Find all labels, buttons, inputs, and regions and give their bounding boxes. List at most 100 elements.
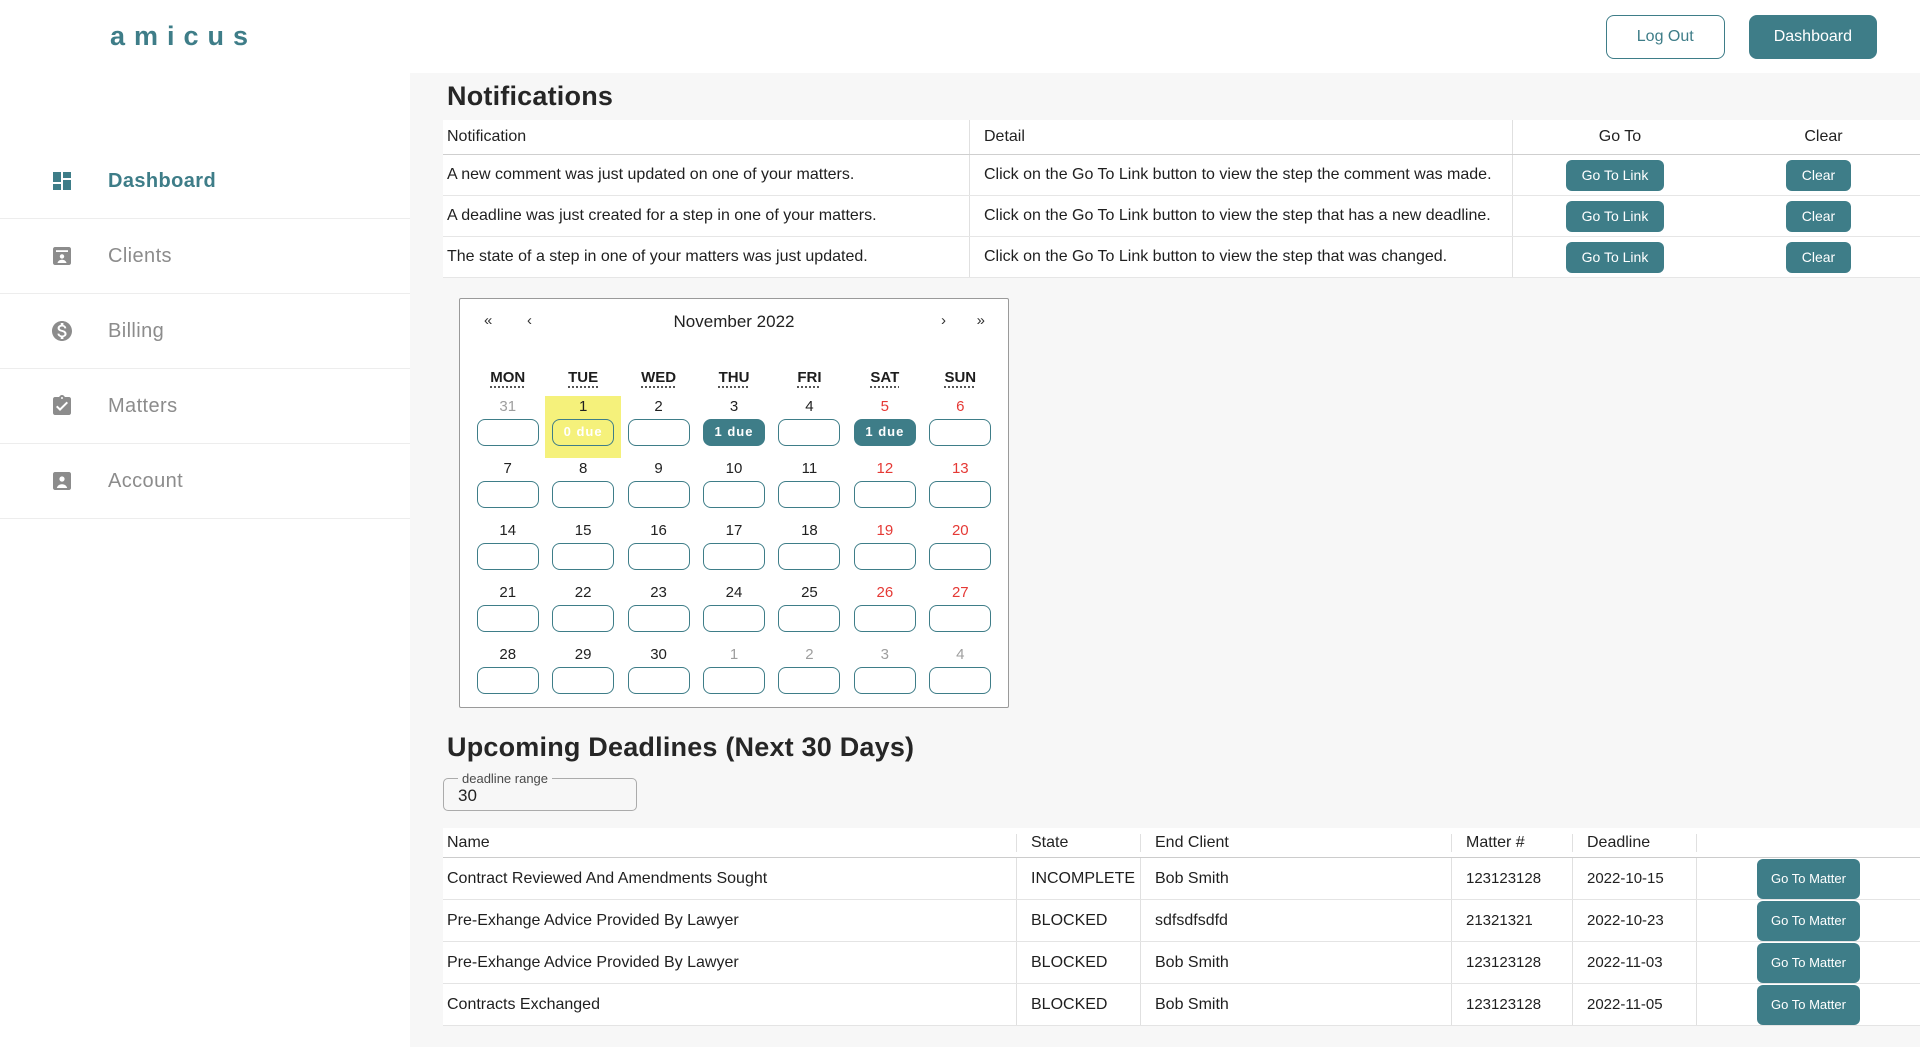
deadline-state: BLOCKED [1017, 942, 1141, 983]
deadline-action-cell: Go To Matter [1697, 984, 1920, 1025]
calendar-day-slot[interactable] [628, 605, 690, 632]
calendar-day-number: 16 [621, 521, 696, 540]
calendar-week: 7 8 9 10 11 12 13 [470, 458, 998, 520]
calendar-day-slot[interactable] [854, 605, 916, 632]
deadlines-table: Name State End Client Matter # Deadline … [443, 828, 1920, 1026]
calendar-last-icon[interactable]: » [977, 312, 985, 329]
calendar-day-slot[interactable] [778, 419, 840, 446]
calendar-day-slot[interactable] [628, 481, 690, 508]
calendar-day-cell: 25 [772, 582, 847, 644]
calendar-day-slot[interactable] [929, 605, 991, 632]
go-to-matter-button[interactable]: Go To Matter [1757, 943, 1860, 983]
calendar-day-slot[interactable] [854, 481, 916, 508]
calendar-day-number: 14 [470, 521, 545, 540]
calendar-day-badge[interactable]: 1 due [703, 419, 765, 446]
billing-icon [50, 319, 74, 343]
calendar-day-slot[interactable] [778, 481, 840, 508]
notifications-section: Notifications Notification Detail Go To … [443, 81, 1920, 278]
col-header-notification: Notification [443, 120, 970, 154]
go-to-link-button[interactable]: Go To Link [1566, 160, 1665, 191]
notifications-table-header: Notification Detail Go To Clear [443, 120, 1920, 155]
sidebar-item-billing[interactable]: Billing [0, 294, 410, 369]
calendar-day-slot[interactable] [552, 605, 614, 632]
calendar-day-cell: 28 [470, 644, 545, 706]
calendar-day-cell: 2 [621, 396, 696, 458]
calendar-day-slot[interactable] [778, 667, 840, 694]
calendar-day-slot[interactable] [477, 605, 539, 632]
calendar-day-number: 2 [621, 397, 696, 416]
calendar-day-cell: 26 [847, 582, 922, 644]
calendar-day-cell: 10 [696, 458, 771, 520]
calendar-day-cell: 17 [696, 520, 771, 582]
sidebar-item-dashboard[interactable]: Dashboard [0, 144, 410, 219]
calendar-day-number: 4 [923, 645, 998, 664]
calendar-day-cell: 22 [545, 582, 620, 644]
brand-logo: amicus [110, 21, 257, 52]
notification-goto-cell: Go To Link [1513, 242, 1713, 273]
calendar-day-number: 31 [470, 397, 545, 416]
clear-button[interactable]: Clear [1786, 242, 1851, 273]
calendar-day-slot[interactable] [477, 419, 539, 446]
calendar-day-slot[interactable] [929, 481, 991, 508]
calendar-day-slot[interactable] [552, 481, 614, 508]
go-to-link-button[interactable]: Go To Link [1566, 201, 1665, 232]
go-to-matter-button[interactable]: Go To Matter [1757, 985, 1860, 1025]
clear-button[interactable]: Clear [1786, 160, 1851, 191]
calendar-day-slot[interactable] [778, 605, 840, 632]
calendar-day-slot[interactable] [552, 543, 614, 570]
calendar-day-number: 8 [545, 459, 620, 478]
dashboard-button[interactable]: Dashboard [1749, 15, 1877, 59]
deadline-row: Contract Reviewed And Amendments Sought … [443, 858, 1920, 900]
deadline-row: Pre-Exhange Advice Provided By Lawyer BL… [443, 942, 1920, 984]
logout-button[interactable]: Log Out [1606, 15, 1725, 59]
calendar-day-slot[interactable] [929, 667, 991, 694]
calendar-day-slot[interactable] [778, 543, 840, 570]
sidebar-item-account[interactable]: Account [0, 444, 410, 519]
calendar-day-cell: 24 [696, 582, 771, 644]
calendar-day-slot[interactable] [628, 543, 690, 570]
sidebar-item-matters[interactable]: Matters [0, 369, 410, 444]
deadline-action-cell: Go To Matter [1697, 858, 1920, 899]
col-header-state: State [1017, 834, 1141, 852]
calendar-day-cell: 7 [470, 458, 545, 520]
calendar-day-cell: 23 [621, 582, 696, 644]
calendar-day-number: 19 [847, 521, 922, 540]
go-to-link-button[interactable]: Go To Link [1566, 242, 1665, 273]
calendar-day-header: TUE [545, 369, 620, 386]
deadline-state: INCOMPLETE [1017, 858, 1141, 899]
calendar-day-cell: 27 [923, 582, 998, 644]
calendar-day-slot[interactable] [628, 419, 690, 446]
calendar-day-slot[interactable] [552, 667, 614, 694]
notification-clear-cell: Clear [1713, 160, 1920, 191]
calendar-day-badge[interactable]: 0 due [552, 419, 614, 446]
calendar-day-slot[interactable] [477, 543, 539, 570]
calendar-day-slot[interactable] [703, 667, 765, 694]
clear-button[interactable]: Clear [1786, 201, 1851, 232]
go-to-matter-button[interactable]: Go To Matter [1757, 859, 1860, 899]
app-root: amicus Log Out Dashboard Dashboard Clien… [0, 0, 1920, 1047]
calendar-next-icon[interactable]: › [941, 312, 946, 329]
calendar-day-slot[interactable] [703, 543, 765, 570]
calendar-day-slot[interactable] [703, 481, 765, 508]
calendar-day-cell: 5 1 due [847, 396, 922, 458]
calendar-day-slot[interactable] [929, 419, 991, 446]
calendar-day-slot[interactable] [703, 605, 765, 632]
calendar-day-badge[interactable]: 1 due [854, 419, 916, 446]
calendar-day-header: FRI [772, 369, 847, 386]
calendar-day-slot[interactable] [477, 481, 539, 508]
calendar-day-slot[interactable] [854, 543, 916, 570]
calendar-day-header: WED [621, 369, 696, 386]
sidebar-item-clients[interactable]: Clients [0, 219, 410, 294]
deadline-end-client: Bob Smith [1141, 984, 1452, 1025]
calendar-day-slot[interactable] [854, 667, 916, 694]
calendar-day-slot[interactable] [477, 667, 539, 694]
deadline-date: 2022-11-05 [1573, 984, 1697, 1025]
calendar-day-slot[interactable] [628, 667, 690, 694]
deadline-date: 2022-11-03 [1573, 942, 1697, 983]
calendar-day-cell: 16 [621, 520, 696, 582]
deadline-end-client: Bob Smith [1141, 942, 1452, 983]
deadline-date: 2022-10-15 [1573, 858, 1697, 899]
go-to-matter-button[interactable]: Go To Matter [1757, 901, 1860, 941]
calendar-day-slot[interactable] [929, 543, 991, 570]
deadline-range-input[interactable] [452, 786, 612, 814]
